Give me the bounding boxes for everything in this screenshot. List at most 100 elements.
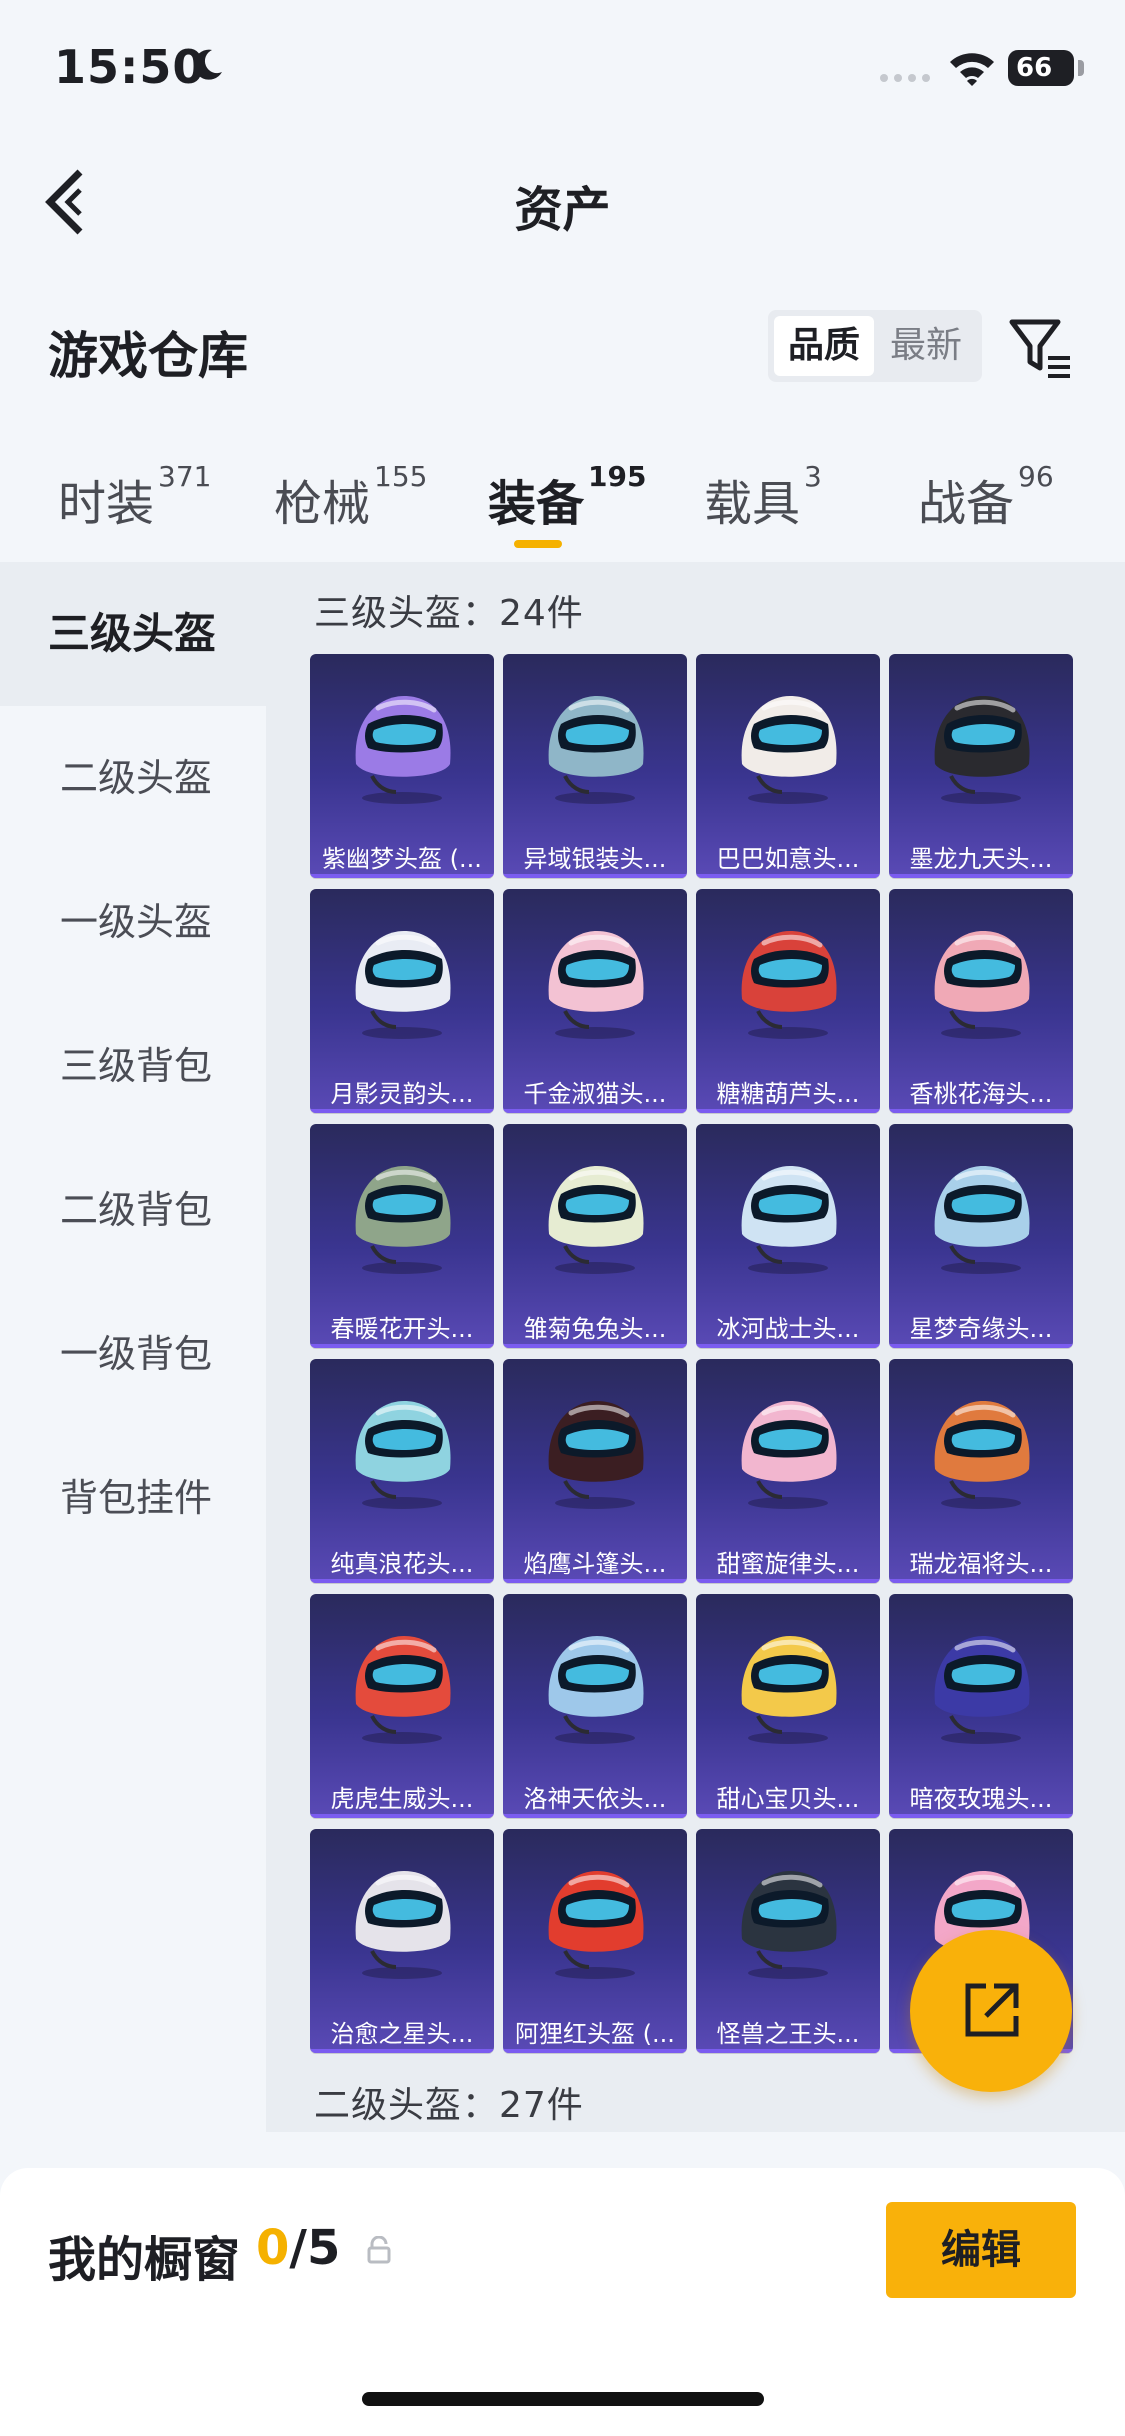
helmet-card[interactable]: 虎虎生威头... (310, 1594, 494, 1818)
helmet-card-name: 春暖花开头... (330, 1315, 474, 1343)
page-title: 游戏仓库 (48, 327, 248, 385)
rarity-bar (310, 1344, 494, 1348)
category-tabs: 时装 371 枪械 155 装备 195 载具 3 战备 96 (0, 440, 1125, 560)
helmet-card[interactable]: 糖糖葫芦头... (696, 889, 880, 1113)
sort-newest-button[interactable]: 最新 (876, 316, 976, 376)
rarity-bar (696, 2049, 880, 2053)
helmet-card[interactable]: 阿狸红头盔 (... (503, 1829, 687, 2053)
tab-label: 枪械 (274, 476, 371, 532)
helmet-card[interactable]: 洛神天依头... (503, 1594, 687, 1818)
helmet-icon (355, 696, 451, 804)
sidebar-item-level2-helmet[interactable]: 二级头盔 (0, 706, 266, 850)
helmet-card[interactable]: 甜心宝贝头... (696, 1594, 880, 1818)
helmet-card-name: 千金淑猫头... (523, 1080, 667, 1108)
tab-label: 时装 (58, 476, 155, 532)
sidebar-item-level2-backpack[interactable]: 二级背包 (0, 1138, 266, 1282)
section-title: 三级头盔：24件 (314, 593, 584, 634)
helmet-icon (355, 1636, 451, 1744)
item-content[interactable]: 三级头盔：24件 紫幽梦头盔 (... 异域银装头... 巴巴如意头... 墨龙九天头… (266, 562, 1125, 2132)
helmet-card[interactable]: 香桃花海头... (889, 889, 1073, 1113)
helmet-icon (934, 1401, 1030, 1509)
tab-supplies[interactable]: 战备 96 (918, 460, 1054, 534)
sidebar-item-level1-backpack[interactable]: 一级背包 (0, 1282, 266, 1426)
sidebar: 三级头盔 二级头盔 一级头盔 三级背包 二级背包 一级背包 背包挂件 (0, 562, 266, 2132)
helmet-card-name: 异域银装头... (523, 845, 667, 873)
helmet-card-name: 怪兽之王头... (716, 2020, 860, 2048)
share-button[interactable] (910, 1930, 1072, 2092)
helmet-card[interactable]: 甜蜜旋律头... (696, 1359, 880, 1583)
helmet-icon (548, 696, 644, 804)
tab-count: 3 (804, 460, 822, 493)
showcase-label: 我的橱窗 (48, 2232, 241, 2288)
helmet-icon (355, 1166, 451, 1274)
rarity-bar (310, 1814, 494, 1818)
sort-quality-button[interactable]: 品质 (774, 316, 874, 376)
rarity-bar (310, 874, 494, 878)
helmet-card-name: 虎虎生威头... (330, 1785, 474, 1813)
rarity-bar (696, 1109, 880, 1113)
sidebar-item-backpack-charms[interactable]: 背包挂件 (0, 1426, 266, 1570)
helmet-icon (741, 1166, 837, 1274)
helmet-icon (355, 1401, 451, 1509)
helmet-card-name: 巴巴如意头... (716, 845, 860, 873)
helmet-card-name: 墨龙九天头... (909, 845, 1053, 873)
helmet-card-name: 甜心宝贝头... (716, 1785, 860, 1813)
helmet-card[interactable]: 千金淑猫头... (503, 889, 687, 1113)
showcase-count: 0/5 (256, 2220, 340, 2276)
helmet-icon (548, 1166, 644, 1274)
tab-count: 96 (1018, 460, 1054, 493)
helmet-card[interactable]: 紫幽梦头盔 (... (310, 654, 494, 878)
helmet-card[interactable]: 异域银装头... (503, 654, 687, 878)
nav-bar: 资产 (0, 140, 1125, 260)
helmet-card[interactable]: 怪兽之王头... (696, 1829, 880, 2053)
helmet-icon (934, 696, 1030, 804)
tab-firearms[interactable]: 枪械 155 (274, 460, 427, 534)
lock-icon (367, 2236, 391, 2264)
helmet-card[interactable]: 雏菊兔兔头... (503, 1124, 687, 1348)
sidebar-item-level1-helmet[interactable]: 一级头盔 (0, 850, 266, 994)
sidebar-item-level3-helmet[interactable]: 三级头盔 (0, 562, 266, 706)
battery-tip (1078, 60, 1084, 76)
helmet-card-name: 甜蜜旋律头... (716, 1550, 860, 1578)
section-title: 二级头盔：27件 (314, 2085, 584, 2126)
edit-button[interactable]: 编辑 (886, 2202, 1076, 2298)
signal-icon (880, 74, 930, 82)
helmet-card-name: 洛神天依头... (523, 1785, 667, 1813)
tab-label: 装备 (488, 476, 585, 532)
tab-vehicles[interactable]: 载具 3 (704, 460, 822, 534)
helmet-card[interactable]: 巴巴如意头... (696, 654, 880, 878)
helmet-card-name: 冰河战士头... (716, 1315, 860, 1343)
helmet-icon (741, 696, 837, 804)
helmet-card[interactable]: 冰河战士头... (696, 1124, 880, 1348)
rarity-bar (889, 874, 1073, 878)
helmet-card[interactable]: 治愈之星头... (310, 1829, 494, 2053)
tab-label: 载具 (704, 476, 801, 532)
status-time: 15:50 (54, 40, 206, 94)
helmet-card[interactable]: 暗夜玫瑰头... (889, 1594, 1073, 1818)
helmet-icon (548, 1871, 644, 1979)
helmet-card[interactable]: 春暖花开头... (310, 1124, 494, 1348)
helmet-card[interactable]: 纯真浪花头... (310, 1359, 494, 1583)
helmet-card[interactable]: 焰鹰斗篷头... (503, 1359, 687, 1583)
tab-count: 155 (374, 460, 428, 493)
rarity-bar (889, 1814, 1073, 1818)
tab-fashion[interactable]: 时装 371 (58, 460, 211, 534)
helmet-icon (548, 1636, 644, 1744)
helmet-card[interactable]: 瑞龙福将头... (889, 1359, 1073, 1583)
helmet-card-name: 月影灵韵头... (330, 1080, 474, 1108)
helmet-icon (741, 931, 837, 1039)
helmet-card[interactable]: 月影灵韵头... (310, 889, 494, 1113)
helmet-card[interactable]: 星梦奇缘头... (889, 1124, 1073, 1348)
helmet-card[interactable]: 墨龙九天头... (889, 654, 1073, 878)
rarity-bar (503, 1814, 687, 1818)
showcase-max: /5 (289, 2220, 341, 2276)
helmet-card-name: 纯真浪花头... (330, 1550, 474, 1578)
helmet-card-name: 暗夜玫瑰头... (909, 1785, 1053, 1813)
filter-icon[interactable] (1008, 316, 1074, 382)
rarity-bar (503, 1109, 687, 1113)
helmet-card-name: 治愈之星头... (330, 2020, 474, 2048)
sidebar-item-level3-backpack[interactable]: 三级背包 (0, 994, 266, 1138)
rarity-bar (503, 1579, 687, 1583)
helmet-card-name: 糖糖葫芦头... (716, 1080, 860, 1108)
tab-equipment[interactable]: 装备 195 (488, 460, 646, 534)
